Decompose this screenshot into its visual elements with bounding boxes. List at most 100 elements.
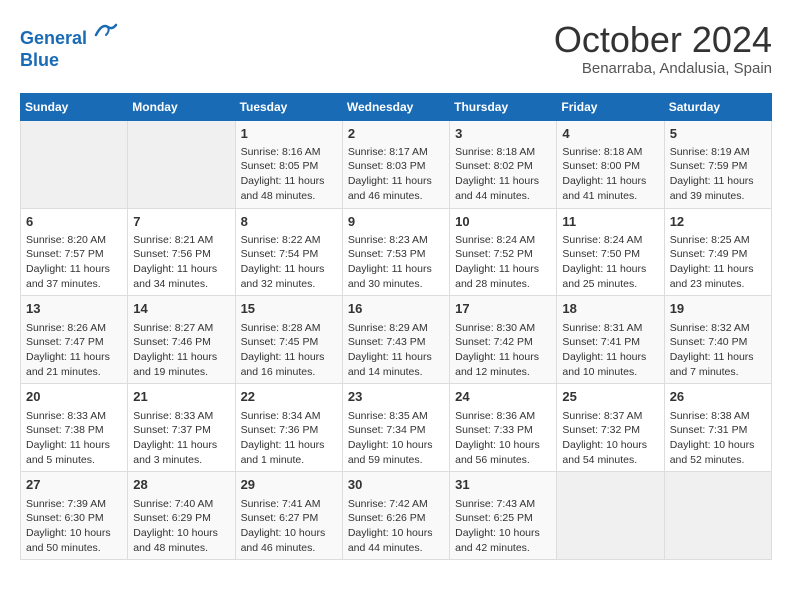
col-header-sunday: Sunday <box>21 93 128 120</box>
calendar-week-1: 1 Sunrise: 8:16 AM Sunset: 8:05 PM Daylig… <box>21 120 772 208</box>
calendar-cell: 19Sunrise: 8:32 AM Sunset: 7:40 PM Dayli… <box>664 296 771 384</box>
calendar-cell: 24 Sunrise: 8:36 AM Sunset: 7:33 PM Dayli… <box>450 384 557 472</box>
day-info: Sunrise: 7:43 AM Sunset: 6:25 PM Dayligh… <box>455 497 551 556</box>
day-info: Sunrise: 8:24 AM Sunset: 7:52 PM Dayligh… <box>455 233 551 292</box>
day-number: 2 <box>348 125 444 143</box>
day-number: 13 <box>26 300 122 318</box>
calendar-cell: 17 Sunrise: 8:30 AM Sunset: 7:42 PM Dayli… <box>450 296 557 384</box>
col-header-friday: Friday <box>557 93 664 120</box>
calendar-cell: 14Sunrise: 8:27 AM Sunset: 7:46 PM Dayli… <box>128 296 235 384</box>
day-number: 9 <box>348 213 444 231</box>
day-info: Sunrise: 8:37 AM Sunset: 7:32 PM Dayligh… <box>562 409 658 468</box>
calendar-week-4: 20Sunrise: 8:33 AM Sunset: 7:38 PM Dayli… <box>21 384 772 472</box>
calendar-week-2: 6 Sunrise: 8:20 AM Sunset: 7:57 PM Daylig… <box>21 208 772 296</box>
day-number: 7 <box>133 213 229 231</box>
day-info: Sunrise: 8:20 AM Sunset: 7:57 PM Dayligh… <box>26 233 122 292</box>
day-number: 5 <box>670 125 766 143</box>
calendar-cell: 5 Sunrise: 8:19 AM Sunset: 7:59 PM Daylig… <box>664 120 771 208</box>
day-info: Sunrise: 7:42 AM Sunset: 6:26 PM Dayligh… <box>348 497 444 556</box>
col-header-tuesday: Tuesday <box>235 93 342 120</box>
calendar-cell: 30 Sunrise: 7:42 AM Sunset: 6:26 PM Dayli… <box>342 472 449 560</box>
day-info: Sunrise: 8:16 AM Sunset: 8:05 PM Dayligh… <box>241 145 337 204</box>
day-info: Sunrise: 8:18 AM Sunset: 8:02 PM Dayligh… <box>455 145 551 204</box>
calendar-cell: 1 Sunrise: 8:16 AM Sunset: 8:05 PM Daylig… <box>235 120 342 208</box>
day-info: Sunrise: 8:24 AM Sunset: 7:50 PM Dayligh… <box>562 233 658 292</box>
calendar-cell: 7Sunrise: 8:21 AM Sunset: 7:56 PM Daylig… <box>128 208 235 296</box>
logo-general: General <box>20 28 87 48</box>
day-number: 22 <box>241 388 337 406</box>
col-header-monday: Monday <box>128 93 235 120</box>
day-number: 31 <box>455 476 551 494</box>
day-number: 30 <box>348 476 444 494</box>
calendar-cell: 12Sunrise: 8:25 AM Sunset: 7:49 PM Dayli… <box>664 208 771 296</box>
calendar-cell: 27 Sunrise: 7:39 AM Sunset: 6:30 PM Dayli… <box>21 472 128 560</box>
day-info: Sunrise: 8:18 AM Sunset: 8:00 PM Dayligh… <box>562 145 658 204</box>
calendar-week-5: 27 Sunrise: 7:39 AM Sunset: 6:30 PM Dayli… <box>21 472 772 560</box>
day-info: Sunrise: 8:23 AM Sunset: 7:53 PM Dayligh… <box>348 233 444 292</box>
day-number: 27 <box>26 476 122 494</box>
col-header-saturday: Saturday <box>664 93 771 120</box>
col-header-thursday: Thursday <box>450 93 557 120</box>
day-number: 18 <box>562 300 658 318</box>
calendar-cell: 6 Sunrise: 8:20 AM Sunset: 7:57 PM Daylig… <box>21 208 128 296</box>
logo-bird-icon <box>94 18 118 42</box>
logo-blue: Blue <box>20 50 59 70</box>
calendar-cell: 29 Sunrise: 7:41 AM Sunset: 6:27 PM Dayli… <box>235 472 342 560</box>
day-number: 21 <box>133 388 229 406</box>
calendar-cell: 28 Sunrise: 7:40 AM Sunset: 6:29 PM Dayli… <box>128 472 235 560</box>
day-info: Sunrise: 8:27 AM Sunset: 7:46 PM Dayligh… <box>133 321 229 380</box>
calendar-cell: 15 Sunrise: 8:28 AM Sunset: 7:45 PM Dayli… <box>235 296 342 384</box>
day-number: 25 <box>562 388 658 406</box>
day-number: 29 <box>241 476 337 494</box>
day-number: 24 <box>455 388 551 406</box>
day-info: Sunrise: 8:29 AM Sunset: 7:43 PM Dayligh… <box>348 321 444 380</box>
calendar-header-row: SundayMondayTuesdayWednesdayThursdayFrid… <box>21 93 772 120</box>
day-number: 15 <box>241 300 337 318</box>
calendar-cell: 22 Sunrise: 8:34 AM Sunset: 7:36 PM Dayli… <box>235 384 342 472</box>
day-info: Sunrise: 8:19 AM Sunset: 7:59 PM Dayligh… <box>670 145 766 204</box>
day-number: 20 <box>26 388 122 406</box>
day-info: Sunrise: 7:40 AM Sunset: 6:29 PM Dayligh… <box>133 497 229 556</box>
day-info: Sunrise: 8:33 AM Sunset: 7:37 PM Dayligh… <box>133 409 229 468</box>
calendar-cell: 11 Sunrise: 8:24 AM Sunset: 7:50 PM Dayli… <box>557 208 664 296</box>
calendar-cell: 21 Sunrise: 8:33 AM Sunset: 7:37 PM Dayli… <box>128 384 235 472</box>
day-info: Sunrise: 7:39 AM Sunset: 6:30 PM Dayligh… <box>26 497 122 556</box>
calendar-cell: 26 Sunrise: 8:38 AM Sunset: 7:31 PM Dayli… <box>664 384 771 472</box>
calendar-cell <box>21 120 128 208</box>
day-info: Sunrise: 8:28 AM Sunset: 7:45 PM Dayligh… <box>241 321 337 380</box>
day-info: Sunrise: 7:41 AM Sunset: 6:27 PM Dayligh… <box>241 497 337 556</box>
day-number: 26 <box>670 388 766 406</box>
calendar-cell: 31 Sunrise: 7:43 AM Sunset: 6:25 PM Dayli… <box>450 472 557 560</box>
day-info: Sunrise: 8:34 AM Sunset: 7:36 PM Dayligh… <box>241 409 337 468</box>
day-number: 28 <box>133 476 229 494</box>
day-number: 8 <box>241 213 337 231</box>
calendar-cell: 9 Sunrise: 8:23 AM Sunset: 7:53 PM Daylig… <box>342 208 449 296</box>
day-info: Sunrise: 8:31 AM Sunset: 7:41 PM Dayligh… <box>562 321 658 380</box>
page-header: General Blue October 2024 Benarraba, And… <box>20 20 772 77</box>
day-number: 11 <box>562 213 658 231</box>
calendar-cell: 3Sunrise: 8:18 AM Sunset: 8:02 PM Daylig… <box>450 120 557 208</box>
calendar-cell: 25 Sunrise: 8:37 AM Sunset: 7:32 PM Dayli… <box>557 384 664 472</box>
day-info: Sunrise: 8:30 AM Sunset: 7:42 PM Dayligh… <box>455 321 551 380</box>
day-number: 19 <box>670 300 766 318</box>
calendar-cell: 4Sunrise: 8:18 AM Sunset: 8:00 PM Daylig… <box>557 120 664 208</box>
day-info: Sunrise: 8:25 AM Sunset: 7:49 PM Dayligh… <box>670 233 766 292</box>
day-number: 17 <box>455 300 551 318</box>
calendar-cell: 18 Sunrise: 8:31 AM Sunset: 7:41 PM Dayli… <box>557 296 664 384</box>
day-info: Sunrise: 8:22 AM Sunset: 7:54 PM Dayligh… <box>241 233 337 292</box>
logo: General Blue <box>20 20 118 71</box>
day-number: 1 <box>241 125 337 143</box>
calendar-cell: 13 Sunrise: 8:26 AM Sunset: 7:47 PM Dayli… <box>21 296 128 384</box>
day-number: 6 <box>26 213 122 231</box>
day-number: 23 <box>348 388 444 406</box>
day-info: Sunrise: 8:26 AM Sunset: 7:47 PM Dayligh… <box>26 321 122 380</box>
day-info: Sunrise: 8:36 AM Sunset: 7:33 PM Dayligh… <box>455 409 551 468</box>
calendar-cell <box>557 472 664 560</box>
day-info: Sunrise: 8:38 AM Sunset: 7:31 PM Dayligh… <box>670 409 766 468</box>
calendar-week-3: 13 Sunrise: 8:26 AM Sunset: 7:47 PM Dayli… <box>21 296 772 384</box>
calendar-cell: 20Sunrise: 8:33 AM Sunset: 7:38 PM Dayli… <box>21 384 128 472</box>
day-info: Sunrise: 8:35 AM Sunset: 7:34 PM Dayligh… <box>348 409 444 468</box>
calendar-cell <box>664 472 771 560</box>
day-number: 16 <box>348 300 444 318</box>
month-title: October 2024 <box>554 20 772 60</box>
